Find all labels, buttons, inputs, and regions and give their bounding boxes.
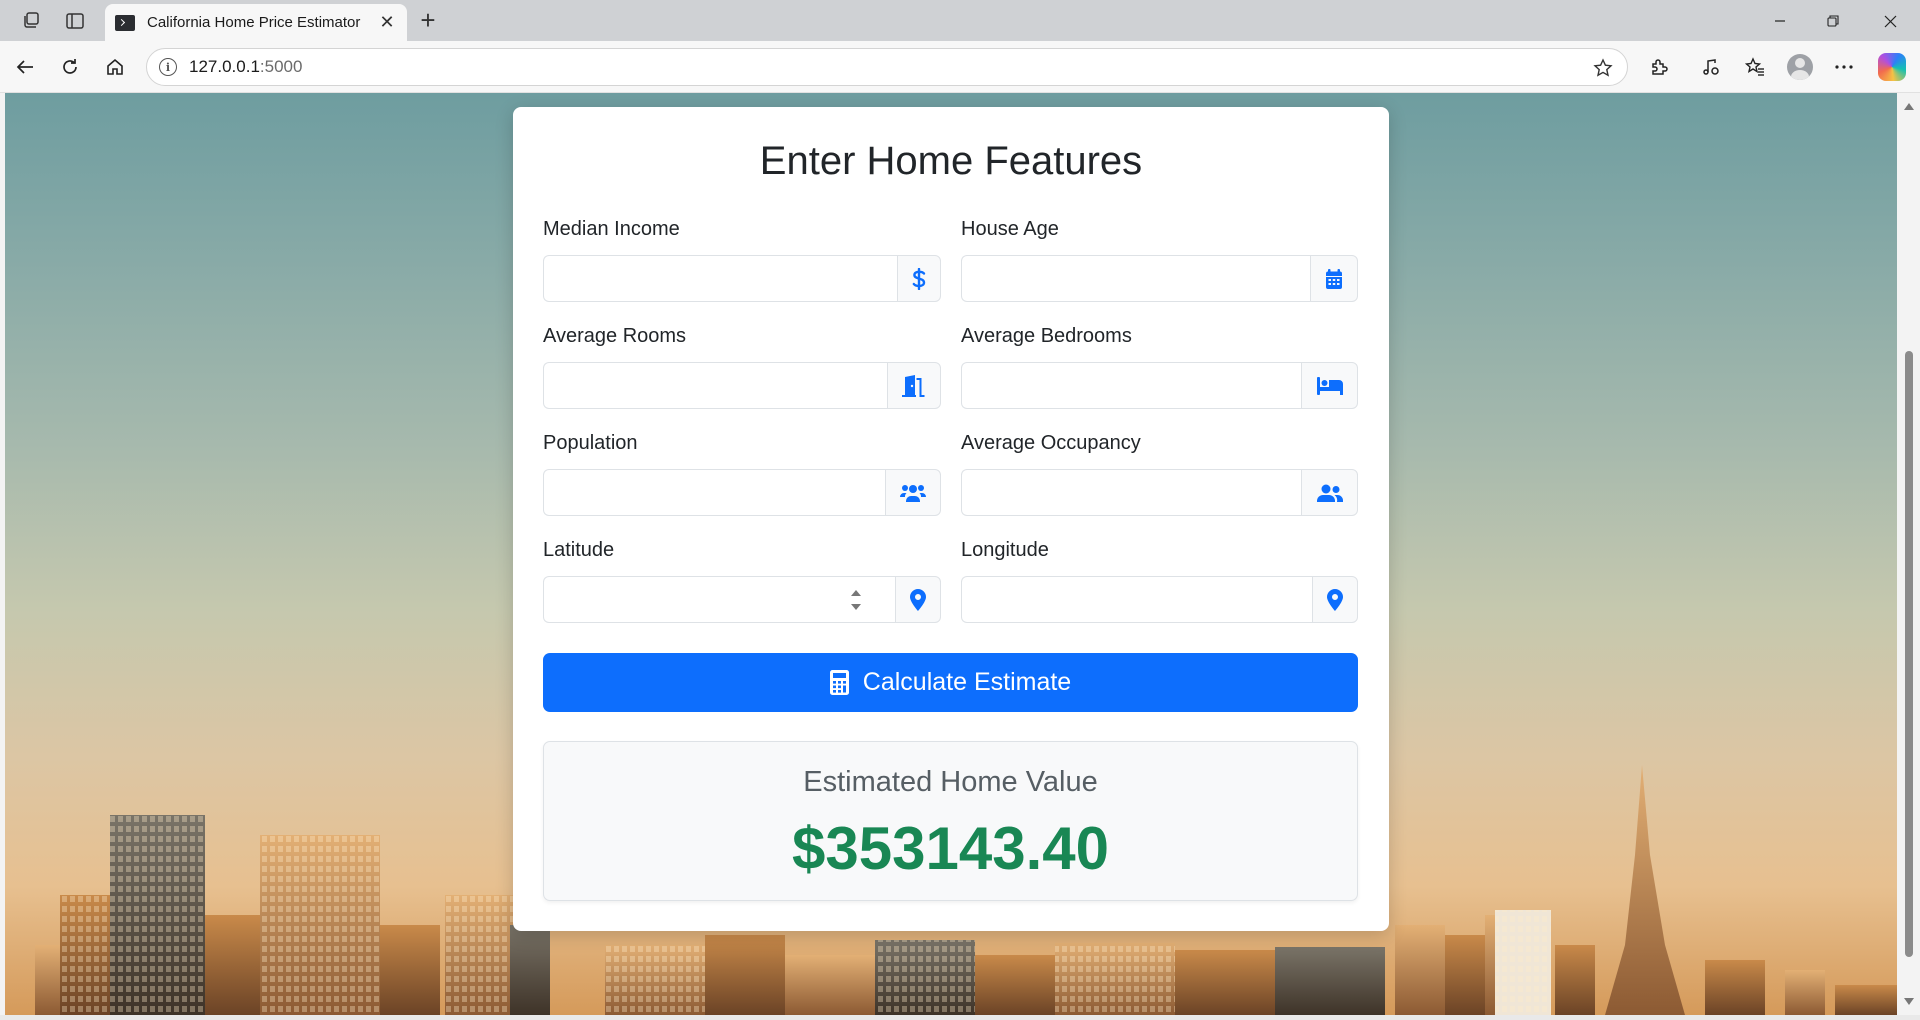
location-pin-icon (895, 576, 941, 623)
median-income-input[interactable] (543, 255, 897, 302)
average-bedrooms-input[interactable] (961, 362, 1301, 409)
tab-title: California Home Price Estimator (147, 14, 361, 31)
latitude-group (543, 576, 941, 623)
result-title: Estimated Home Value (803, 766, 1098, 798)
median-income-group (543, 255, 941, 302)
window-bottom-edge (0, 1015, 1920, 1020)
result-panel: Estimated Home Value $353143.40 (543, 741, 1358, 901)
terminal-favicon-icon (115, 14, 135, 31)
house-age-input[interactable] (961, 255, 1310, 302)
estimated-value: $353143.40 (792, 815, 1109, 882)
extensions-icon[interactable] (1645, 53, 1673, 81)
median-income-label: Median Income (543, 218, 680, 240)
close-tab-icon[interactable]: ✕ (375, 11, 399, 35)
workspaces-icon[interactable] (18, 8, 44, 34)
scroll-down-arrow-icon[interactable] (1904, 998, 1914, 1005)
back-arrow-icon[interactable] (10, 52, 40, 82)
refresh-icon[interactable] (55, 52, 85, 82)
close-window-icon[interactable] (1870, 6, 1910, 36)
new-tab-icon[interactable]: + (414, 7, 442, 35)
longitude-input[interactable] (961, 576, 1312, 623)
population-group (543, 469, 941, 516)
copilot-icon[interactable] (1878, 53, 1906, 81)
active-tab[interactable]: California Home Price Estimator ✕ (105, 4, 407, 41)
location-pin-icon (1312, 576, 1358, 623)
site-info-icon[interactable]: i (159, 58, 177, 76)
house-age-label: House Age (961, 218, 1059, 240)
address-bar[interactable]: i 127.0.0.1:5000 (146, 48, 1628, 86)
number-spinner[interactable] (851, 588, 861, 612)
restore-icon[interactable] (1813, 6, 1853, 36)
population-label: Population (543, 432, 638, 454)
population-input[interactable] (543, 469, 885, 516)
average-occupancy-input[interactable] (961, 469, 1301, 516)
vertical-tabs-icon[interactable] (62, 8, 88, 34)
calculate-estimate-label: Calculate Estimate (862, 668, 1072, 696)
form-title: Enter Home Features (759, 139, 1143, 183)
average-rooms-group (543, 362, 941, 409)
average-occupancy-label: Average Occupancy (961, 432, 1141, 454)
calculator-icon (829, 670, 849, 695)
estimator-card: Enter Home Features Median Income House … (513, 107, 1389, 931)
page-scrollbar[interactable] (1898, 93, 1920, 1015)
bed-icon (1301, 362, 1358, 409)
favorite-star-icon[interactable] (1591, 56, 1615, 80)
average-bedrooms-label: Average Bedrooms (961, 325, 1132, 347)
users-icon (885, 469, 941, 516)
scroll-thumb[interactable] (1905, 351, 1913, 957)
media-control-icon[interactable] (1697, 53, 1725, 81)
home-icon[interactable] (100, 52, 130, 82)
door-icon (887, 362, 941, 409)
profile-avatar[interactable] (1787, 54, 1813, 80)
dollar-icon (897, 255, 941, 302)
calculate-estimate-button[interactable]: Calculate Estimate (543, 653, 1358, 712)
user-group-icon (1301, 469, 1358, 516)
average-rooms-input[interactable] (543, 362, 887, 409)
browser-toolbar: i 127.0.0.1:5000 (0, 41, 1920, 93)
more-options-icon[interactable] (1830, 53, 1858, 81)
tab-bar: California Home Price Estimator ✕ + (0, 0, 1920, 41)
average-bedrooms-group (961, 362, 1358, 409)
average-rooms-label: Average Rooms (543, 325, 687, 347)
longitude-group (961, 576, 1358, 623)
average-occupancy-group (961, 469, 1358, 516)
latitude-label: Latitude (543, 539, 615, 561)
minimize-icon[interactable] (1760, 6, 1800, 36)
favorites-list-icon[interactable] (1741, 53, 1769, 81)
calendar-icon (1310, 255, 1358, 302)
house-age-group (961, 255, 1358, 302)
address-text: 127.0.0.1:5000 (189, 57, 303, 76)
latitude-input[interactable] (543, 576, 895, 623)
longitude-label: Longitude (961, 539, 1049, 561)
scroll-up-arrow-icon[interactable] (1904, 103, 1914, 110)
